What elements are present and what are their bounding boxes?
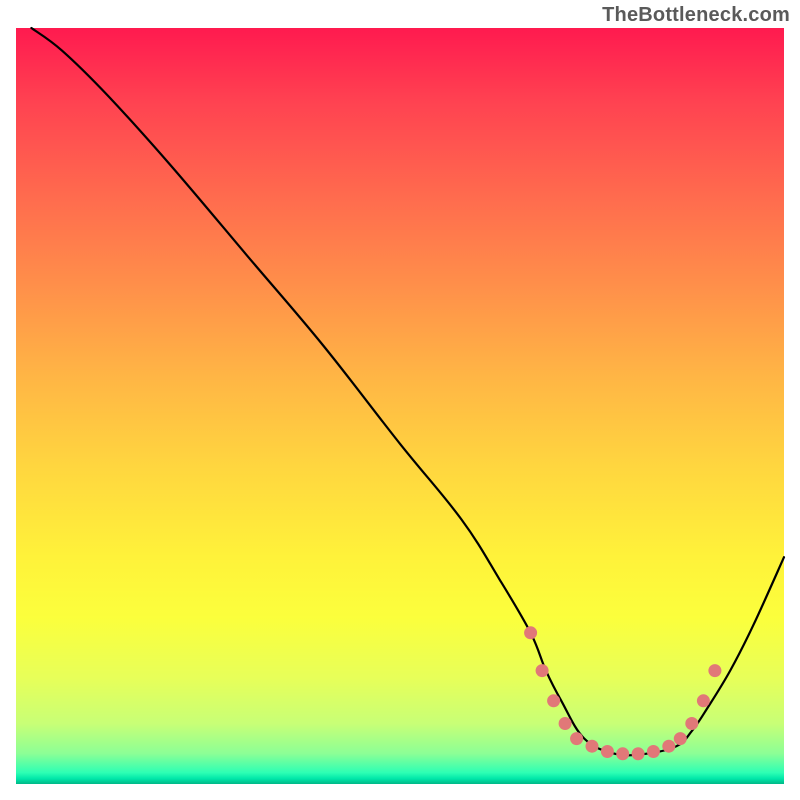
marker-dot	[662, 740, 675, 753]
curve-line	[31, 28, 784, 755]
marker-dot	[536, 664, 549, 677]
chart-container: TheBottleneck.com	[0, 0, 800, 800]
chart-svg	[16, 28, 784, 784]
marker-dot	[601, 745, 614, 758]
marker-dot	[616, 747, 629, 760]
marker-dot	[559, 717, 572, 730]
marker-dot	[697, 694, 710, 707]
marker-dot	[674, 732, 687, 745]
watermark-text: TheBottleneck.com	[602, 4, 790, 27]
marker-dot	[547, 694, 560, 707]
marker-dot	[685, 717, 698, 730]
marker-dot	[570, 732, 583, 745]
marker-dot	[632, 747, 645, 760]
marker-dot	[524, 626, 537, 639]
marker-dot	[708, 664, 721, 677]
marker-dot	[586, 740, 599, 753]
plot-area	[16, 28, 784, 784]
curve-markers	[524, 626, 721, 760]
marker-dot	[647, 745, 660, 758]
